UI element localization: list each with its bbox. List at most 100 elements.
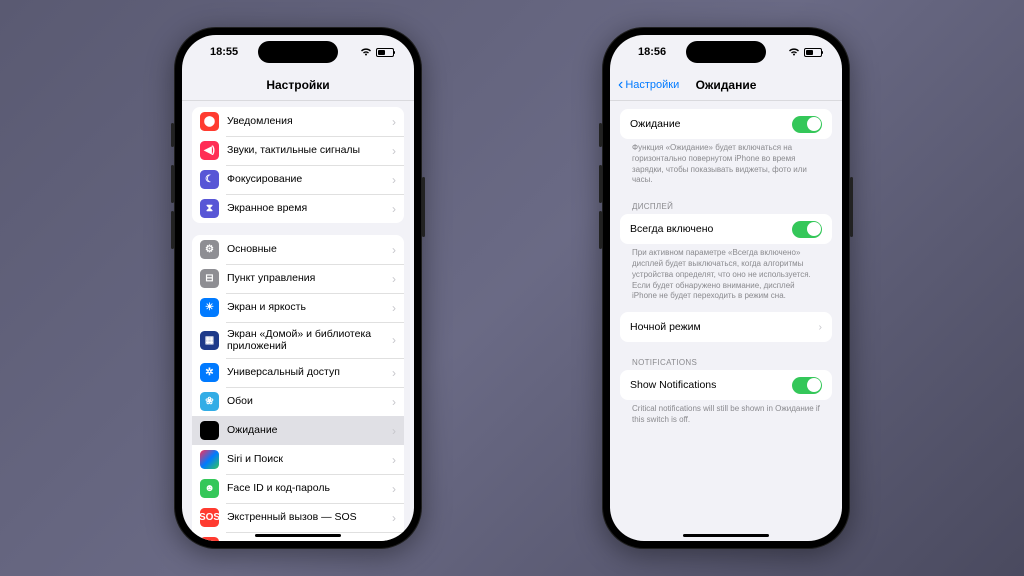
side-button [422,177,425,237]
chevron-right-icon: › [392,144,396,158]
chevron-right-icon: › [392,366,396,380]
control-center-icon: ⊟ [200,269,219,288]
home-indicator[interactable] [255,534,341,538]
navbar: ‹ Настройки Ожидание [610,69,842,101]
siri-icon [200,450,219,469]
back-button[interactable]: ‹ Настройки [618,77,679,93]
detail-content[interactable]: Ожидание Функция «Ожидание» будет включа… [610,101,842,541]
wifi-icon [788,48,800,56]
chevron-right-icon: › [392,272,396,286]
home-screen-icon: ▦ [200,331,219,350]
chevron-right-icon: › [392,424,396,438]
settings-row-accessibility[interactable]: ✲ Универсальный доступ› [192,358,404,387]
navbar: Настройки [182,69,414,101]
notifications-icon: ⬤ [200,112,219,131]
focus-icon: ☾ [200,170,219,189]
phone-left: 18:55 Настройки ⬤Уведомления›◀︎)Звуки, т… [174,27,422,549]
standby-icon [200,421,219,440]
settings-row-notifications[interactable]: ⬤ Уведомления› [192,107,404,136]
settings-row-home-screen[interactable]: ▦ Экран «Домой» и библиотека приложений› [192,322,404,358]
row-label: Экран «Домой» и библиотека приложений [227,328,392,352]
settings-list[interactable]: ⬤Уведомления›◀︎)Звуки, тактильные сигнал… [182,101,414,541]
chevron-right-icon: › [392,202,396,216]
status-time: 18:56 [638,46,666,58]
chevron-right-icon: › [392,243,396,257]
settings-row-sos[interactable]: SOSЭкстренный вызов — SOS› [192,503,404,532]
settings-row-wallpaper[interactable]: ❀Обои› [192,387,404,416]
row-label: Siri и Поиск [227,453,392,465]
switch-always-on[interactable] [792,221,822,238]
phone-right: 18:56 ‹ Настройки Ожидание Ожидание Функ… [602,27,850,549]
home-indicator[interactable] [683,534,769,538]
section-display: ДИСПЛЕЙ [620,196,832,214]
faceid-icon: ☻ [200,479,219,498]
side-button [171,165,174,203]
general-icon: ⚙ [200,240,219,259]
screen-time-icon: ⧗ [200,199,219,218]
side-button [599,211,602,249]
settings-row-screen-time[interactable]: ⧗ Экранное время› [192,194,404,223]
display-icon: ☀ [200,298,219,317]
row-label: Обои [227,395,392,407]
battery-icon [804,48,822,57]
row-label: Основные [227,243,392,255]
settings-row-faceid[interactable]: ☻Face ID и код-пароль› [192,474,404,503]
row-label: Ночной режим [630,321,819,333]
settings-row-general[interactable]: ⚙ Основные› [192,235,404,264]
side-button [850,177,853,237]
group-standby: Ожидание [620,109,832,139]
section-notifications: NOTIFICATIONS [620,352,832,370]
chevron-right-icon: › [392,301,396,315]
chevron-left-icon: ‹ [618,77,623,93]
group-display: Всегда включено [620,214,832,244]
side-button [599,165,602,203]
chevron-right-icon: › [392,115,396,129]
sos-icon: SOS [200,508,219,527]
settings-row-focus[interactable]: ☾Фокусирование› [192,165,404,194]
exposure-icon: ✱ [200,537,219,541]
settings-row-control-center[interactable]: ⊟ Пункт управления› [192,264,404,293]
row-label: Универсальный доступ [227,366,392,378]
row-label: Экстренный вызов — SOS [227,511,392,523]
switch-standby[interactable] [792,116,822,133]
row-show-notifications[interactable]: Show Notifications [620,370,832,400]
back-label: Настройки [625,79,679,91]
row-always-on[interactable]: Всегда включено [620,214,832,244]
row-label: Пункт управления [227,272,392,284]
switch-show-notifications[interactable] [792,377,822,394]
settings-group: ⚙Основные›⊟Пункт управления›☀Экран и ярк… [192,235,404,541]
row-night-mode[interactable]: Ночной режим › [620,312,832,342]
settings-row-sounds[interactable]: ◀︎)Звуки, тактильные сигналы› [192,136,404,165]
side-button [171,123,174,147]
dynamic-island [686,41,766,63]
group-night: Ночной режим › [620,312,832,342]
chevron-right-icon: › [392,540,396,542]
settings-row-standby[interactable]: Ожидание› [192,416,404,445]
row-label: Уведомления [227,115,392,127]
chevron-right-icon: › [392,395,396,409]
sounds-icon: ◀︎) [200,141,219,160]
side-button [599,123,602,147]
footer-notifications: Critical notifications will still be sho… [620,400,832,436]
row-label: Всегда включено [630,223,792,235]
settings-group: ⬤Уведомления›◀︎)Звуки, тактильные сигнал… [192,107,404,223]
row-label: Show Notifications [630,379,792,391]
page-title: Ожидание [696,78,757,92]
page-title: Настройки [266,78,329,92]
row-label: Экранное время [227,202,392,214]
settings-row-display[interactable]: ☀Экран и яркость› [192,293,404,322]
chevron-right-icon: › [392,453,396,467]
footer-standby: Функция «Ожидание» будет включаться на г… [620,139,832,196]
chevron-right-icon: › [819,321,823,333]
wifi-icon [360,48,372,56]
accessibility-icon: ✲ [200,363,219,382]
row-label: Ожидание [630,118,792,130]
row-standby[interactable]: Ожидание [620,109,832,139]
chevron-right-icon: › [392,333,396,347]
chevron-right-icon: › [392,173,396,187]
row-label: Face ID и код-пароль [227,482,392,494]
row-label: Уведомления о контакте [227,540,392,541]
settings-row-siri[interactable]: Siri и Поиск› [192,445,404,474]
footer-always-on: При активном параметре «Всегда включено»… [620,244,832,312]
group-notifications: Show Notifications [620,370,832,400]
